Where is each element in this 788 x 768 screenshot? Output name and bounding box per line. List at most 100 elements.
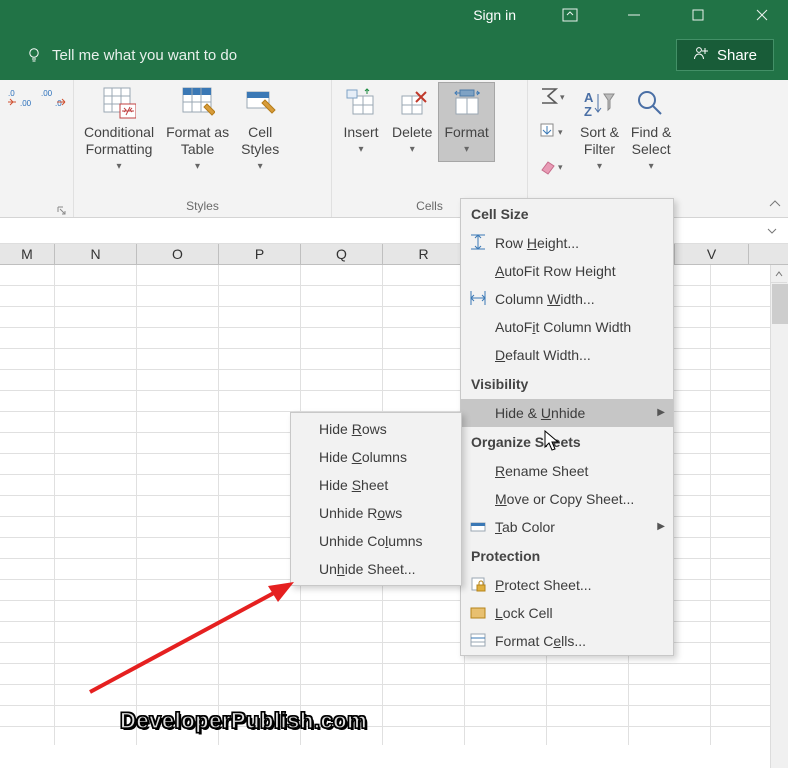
title-bar: Sign in Tell me what you want to do Shar… bbox=[0, 0, 788, 80]
find-select-button[interactable]: Find & Select ▾ bbox=[625, 82, 677, 175]
sign-in-link[interactable]: Sign in bbox=[473, 7, 516, 23]
number-group-label bbox=[4, 211, 69, 217]
format-as-table-label: Format as Table bbox=[166, 124, 229, 158]
svg-text:▾: ▾ bbox=[558, 162, 563, 172]
sort-filter-button[interactable]: AZ Sort & Filter ▾ bbox=[574, 82, 625, 175]
insert-cells-icon bbox=[344, 86, 378, 120]
protect-sheet-icon bbox=[469, 575, 487, 593]
conditional-formatting-button[interactable]: Conditional Formatting ▾ bbox=[78, 82, 160, 175]
format-dropdown-menu: Cell Size Row Height... AutoFit Row Heig… bbox=[460, 198, 674, 656]
insert-label: Insert bbox=[343, 124, 378, 141]
chevron-down-icon: ▾ bbox=[597, 158, 602, 175]
menu-item-default-width[interactable]: Default Width... bbox=[461, 341, 673, 369]
delete-label: Delete bbox=[392, 124, 432, 141]
chevron-down-icon: ▾ bbox=[117, 158, 122, 175]
watermark-text: DeveloperPublish.com bbox=[120, 708, 367, 734]
fill-button[interactable]: ▾ bbox=[538, 121, 568, 144]
chevron-down-icon: ▾ bbox=[464, 141, 469, 158]
column-header[interactable]: V bbox=[675, 244, 749, 264]
tell-me-search[interactable]: Tell me what you want to do bbox=[26, 47, 237, 64]
chevron-down-icon: ▾ bbox=[195, 158, 200, 175]
cells-group: Insert ▾ Delete ▾ Format ▾ Cells bbox=[332, 80, 528, 217]
cell-styles-label: Cell Styles bbox=[241, 124, 279, 158]
menu-section-cell-size: Cell Size bbox=[461, 199, 673, 229]
format-as-table-icon bbox=[181, 86, 215, 120]
insert-button[interactable]: Insert ▾ bbox=[336, 82, 386, 158]
scroll-up-icon[interactable] bbox=[771, 265, 787, 283]
svg-text:.0: .0 bbox=[55, 99, 62, 108]
menu-item-tab-color[interactable]: Tab Color ▶ bbox=[461, 513, 673, 541]
styles-group: Conditional Formatting ▾ Format as Table… bbox=[74, 80, 332, 217]
share-button[interactable]: Share bbox=[676, 39, 774, 71]
column-header[interactable]: R bbox=[383, 244, 465, 264]
svg-text:▾: ▾ bbox=[560, 92, 565, 102]
menu-item-hide-unhide[interactable]: Hide & Unhide ▶ bbox=[461, 399, 673, 427]
ribbon-display-options-icon[interactable] bbox=[550, 0, 590, 30]
lock-cell-icon bbox=[469, 603, 487, 621]
menu-section-visibility: Visibility bbox=[461, 369, 673, 399]
column-header[interactable]: P bbox=[219, 244, 301, 264]
menu-item-lock-cell[interactable]: Lock Cell bbox=[461, 599, 673, 627]
column-header[interactable]: M bbox=[0, 244, 55, 264]
tellme-row: Tell me what you want to do Share bbox=[0, 30, 788, 80]
menu-item-column-width[interactable]: Column Width... bbox=[461, 285, 673, 313]
format-label: Format bbox=[444, 124, 488, 141]
format-as-table-button[interactable]: Format as Table ▾ bbox=[160, 82, 235, 175]
submenu-item-hide-columns[interactable]: Hide Columns bbox=[291, 443, 461, 471]
column-header[interactable]: Q bbox=[301, 244, 383, 264]
submenu-item-hide-rows[interactable]: Hide Rows bbox=[291, 415, 461, 443]
autosum-button[interactable]: ▾ bbox=[538, 86, 568, 109]
row-height-icon bbox=[469, 233, 487, 251]
chevron-down-icon: ▾ bbox=[410, 141, 415, 158]
decrease-decimal-button[interactable]: .00.0 bbox=[37, 86, 70, 108]
find-select-icon bbox=[634, 86, 668, 120]
window-controls: Sign in bbox=[0, 0, 788, 30]
menu-item-autofit-row-height[interactable]: AutoFit Row Height bbox=[461, 257, 673, 285]
sort-filter-label: Sort & Filter bbox=[580, 124, 619, 158]
menu-item-rename-sheet[interactable]: Rename Sheet bbox=[461, 457, 673, 485]
submenu-caret-icon: ▶ bbox=[657, 407, 665, 418]
minimize-icon[interactable] bbox=[614, 0, 654, 30]
column-header[interactable]: O bbox=[137, 244, 219, 264]
conditional-formatting-label: Conditional Formatting bbox=[84, 124, 154, 158]
cell-styles-icon bbox=[243, 86, 277, 120]
collapse-ribbon-icon[interactable] bbox=[768, 197, 782, 213]
menu-item-format-cells[interactable]: Format Cells... bbox=[461, 627, 673, 655]
menu-item-row-height[interactable]: Row Height... bbox=[461, 229, 673, 257]
chevron-down-icon: ▾ bbox=[258, 158, 263, 175]
conditional-formatting-icon bbox=[102, 86, 136, 120]
delete-cells-icon bbox=[395, 86, 429, 120]
svg-text:.00: .00 bbox=[41, 89, 53, 98]
svg-text:▾: ▾ bbox=[558, 127, 563, 137]
share-person-icon bbox=[693, 45, 709, 65]
submenu-item-unhide-sheet[interactable]: Unhide Sheet... bbox=[291, 555, 461, 583]
menu-item-autofit-column-width[interactable]: AutoFit Column Width bbox=[461, 313, 673, 341]
chevron-down-icon: ▾ bbox=[649, 158, 654, 175]
svg-text:Z: Z bbox=[584, 104, 592, 118]
format-cells-icon bbox=[469, 631, 487, 649]
column-width-icon bbox=[469, 289, 487, 307]
submenu-item-hide-sheet[interactable]: Hide Sheet bbox=[291, 471, 461, 499]
number-dialog-launcher-icon[interactable] bbox=[57, 205, 67, 215]
submenu-item-unhide-columns[interactable]: Unhide Columns bbox=[291, 527, 461, 555]
increase-decimal-button[interactable]: .0.00 bbox=[4, 86, 37, 108]
svg-text:A: A bbox=[584, 90, 594, 105]
column-header[interactable]: N bbox=[55, 244, 137, 264]
format-button[interactable]: Format ▾ bbox=[438, 82, 494, 162]
scroll-thumb[interactable] bbox=[772, 284, 788, 324]
cell-styles-button[interactable]: Cell Styles ▾ bbox=[235, 82, 285, 175]
hide-unhide-submenu: Hide Rows Hide Columns Hide Sheet Unhide… bbox=[290, 412, 462, 586]
delete-button[interactable]: Delete ▾ bbox=[386, 82, 438, 158]
expand-formula-bar-icon[interactable] bbox=[766, 224, 778, 240]
tab-color-icon bbox=[469, 517, 487, 535]
svg-text:.0: .0 bbox=[8, 89, 15, 98]
submenu-item-unhide-rows[interactable]: Unhide Rows bbox=[291, 499, 461, 527]
clear-button[interactable]: ▾ bbox=[538, 156, 568, 179]
close-icon[interactable] bbox=[742, 0, 782, 30]
menu-item-protect-sheet[interactable]: Protect Sheet... bbox=[461, 571, 673, 599]
sort-filter-icon: AZ bbox=[582, 86, 616, 120]
menu-section-protection: Protection bbox=[461, 541, 673, 571]
menu-item-move-copy-sheet[interactable]: Move or Copy Sheet... bbox=[461, 485, 673, 513]
vertical-scrollbar[interactable] bbox=[770, 265, 788, 768]
maximize-icon[interactable] bbox=[678, 0, 718, 30]
